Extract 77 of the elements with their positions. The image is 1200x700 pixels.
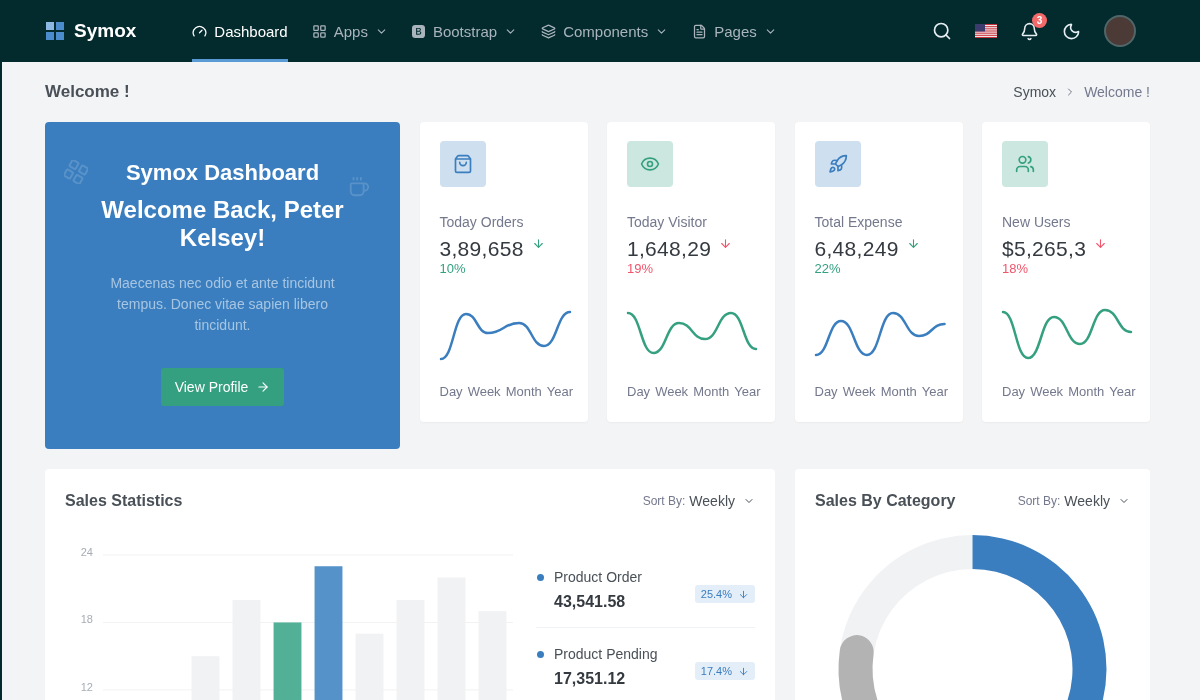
notification-badge: 3 xyxy=(1032,12,1047,28)
brand-name: Symox xyxy=(74,20,137,42)
legend-name: Product Pending xyxy=(554,645,658,664)
axis-tick-label: 24 xyxy=(80,545,93,558)
period-tab[interactable]: Month xyxy=(1068,383,1105,401)
axis-tick-label: 18 xyxy=(80,613,93,626)
moon-icon[interactable] xyxy=(1062,21,1081,41)
stat-label: New Users xyxy=(1002,213,1071,231)
sort-label: Sort By: xyxy=(642,494,686,508)
sort-dropdown[interactable]: Weekly xyxy=(1064,493,1130,509)
dot-icon xyxy=(537,650,544,658)
rocket-icon xyxy=(814,141,861,187)
flag-icon[interactable] xyxy=(975,24,997,38)
welcome-greeting: Welcome Back, Peter Kelsey! xyxy=(100,196,345,252)
stat-label: Today Orders xyxy=(439,213,524,231)
gauge-icon xyxy=(192,23,208,39)
legend-value: 17,351.12 xyxy=(553,669,627,689)
stat-change: 10% xyxy=(439,261,466,277)
breadcrumb-item: Welcome ! xyxy=(1084,84,1150,100)
period-tab[interactable]: Year xyxy=(1109,383,1136,401)
stat-value: $5,265,3 xyxy=(1002,237,1087,261)
period-tab[interactable]: Week xyxy=(467,383,501,401)
period-tab[interactable]: Month xyxy=(880,383,917,401)
users-icon xyxy=(1002,141,1048,187)
nav-item[interactable]: Dashboard xyxy=(192,0,288,62)
period-tab[interactable]: Year xyxy=(921,383,949,401)
avatar[interactable] xyxy=(1104,15,1136,47)
nav-item[interactable]: Pages xyxy=(692,0,777,62)
nav-item[interactable]: Components xyxy=(541,0,669,62)
squares-icon xyxy=(64,160,88,184)
bag-icon xyxy=(439,141,486,187)
stat-value: 3,89,658 xyxy=(439,237,524,261)
axis-tick-label: 12 xyxy=(80,680,93,693)
dot-icon xyxy=(537,573,544,581)
arrow-right-icon xyxy=(256,380,271,394)
period-tab[interactable]: Day xyxy=(814,383,838,401)
legend-value: 43,541.58 xyxy=(553,592,627,612)
period-tab[interactable]: Month xyxy=(693,383,730,401)
legend-name: Product Order xyxy=(554,568,642,587)
period-tab[interactable]: Week xyxy=(655,383,689,401)
period-tab[interactable]: Month xyxy=(505,383,542,401)
view-profile-button[interactable]: View Profile xyxy=(160,368,285,406)
search-icon[interactable] xyxy=(932,21,952,41)
nav-item[interactable]: Apps xyxy=(311,0,388,62)
sort-dropdown[interactable]: Weekly xyxy=(689,493,755,509)
nav-item[interactable]: Bootstrap xyxy=(411,0,518,62)
period-tab[interactable]: Year xyxy=(546,383,574,401)
period-tab[interactable]: Day xyxy=(627,383,651,401)
sort-label: Sort By: xyxy=(1017,494,1061,508)
period-tab[interactable]: Day xyxy=(439,383,463,401)
mug-icon xyxy=(348,176,370,198)
donut-slice xyxy=(838,635,878,700)
badge-text: 17.4% xyxy=(700,664,732,678)
card-title: Sales By Category xyxy=(815,492,956,510)
period-tab[interactable]: Year xyxy=(734,383,761,401)
breadcrumb-item[interactable]: Symox xyxy=(1013,84,1057,100)
stat-value: 1,648,29 xyxy=(627,237,712,261)
stat-change: 22% xyxy=(814,261,841,277)
eye-icon xyxy=(627,141,673,187)
period-tab[interactable]: Week xyxy=(1030,383,1064,401)
stat-change: 18% xyxy=(1002,261,1029,277)
grid-icon xyxy=(311,23,327,39)
stat-change: 19% xyxy=(627,261,654,277)
stat-label: Total Expense xyxy=(814,213,903,231)
badge-text: 25.4% xyxy=(700,587,732,601)
page-title: Welcome ! xyxy=(45,82,130,102)
welcome-text: Maecenas nec odio et ante tincidunt tempus. Donec vitae sapien libero tincidunt. xyxy=(109,274,336,335)
bell-icon[interactable] xyxy=(1020,21,1039,41)
period-tab[interactable]: Day xyxy=(1002,383,1026,401)
stat-label: Today Visitor xyxy=(627,213,707,231)
logo-icon xyxy=(46,22,64,40)
welcome-title: Symox Dashboard xyxy=(125,159,320,187)
period-tab[interactable]: Week xyxy=(842,383,876,401)
file-icon xyxy=(692,23,708,39)
card-title: Sales Statistics xyxy=(65,492,183,510)
layers-icon xyxy=(541,23,557,39)
stat-value: 6,48,249 xyxy=(814,237,899,261)
